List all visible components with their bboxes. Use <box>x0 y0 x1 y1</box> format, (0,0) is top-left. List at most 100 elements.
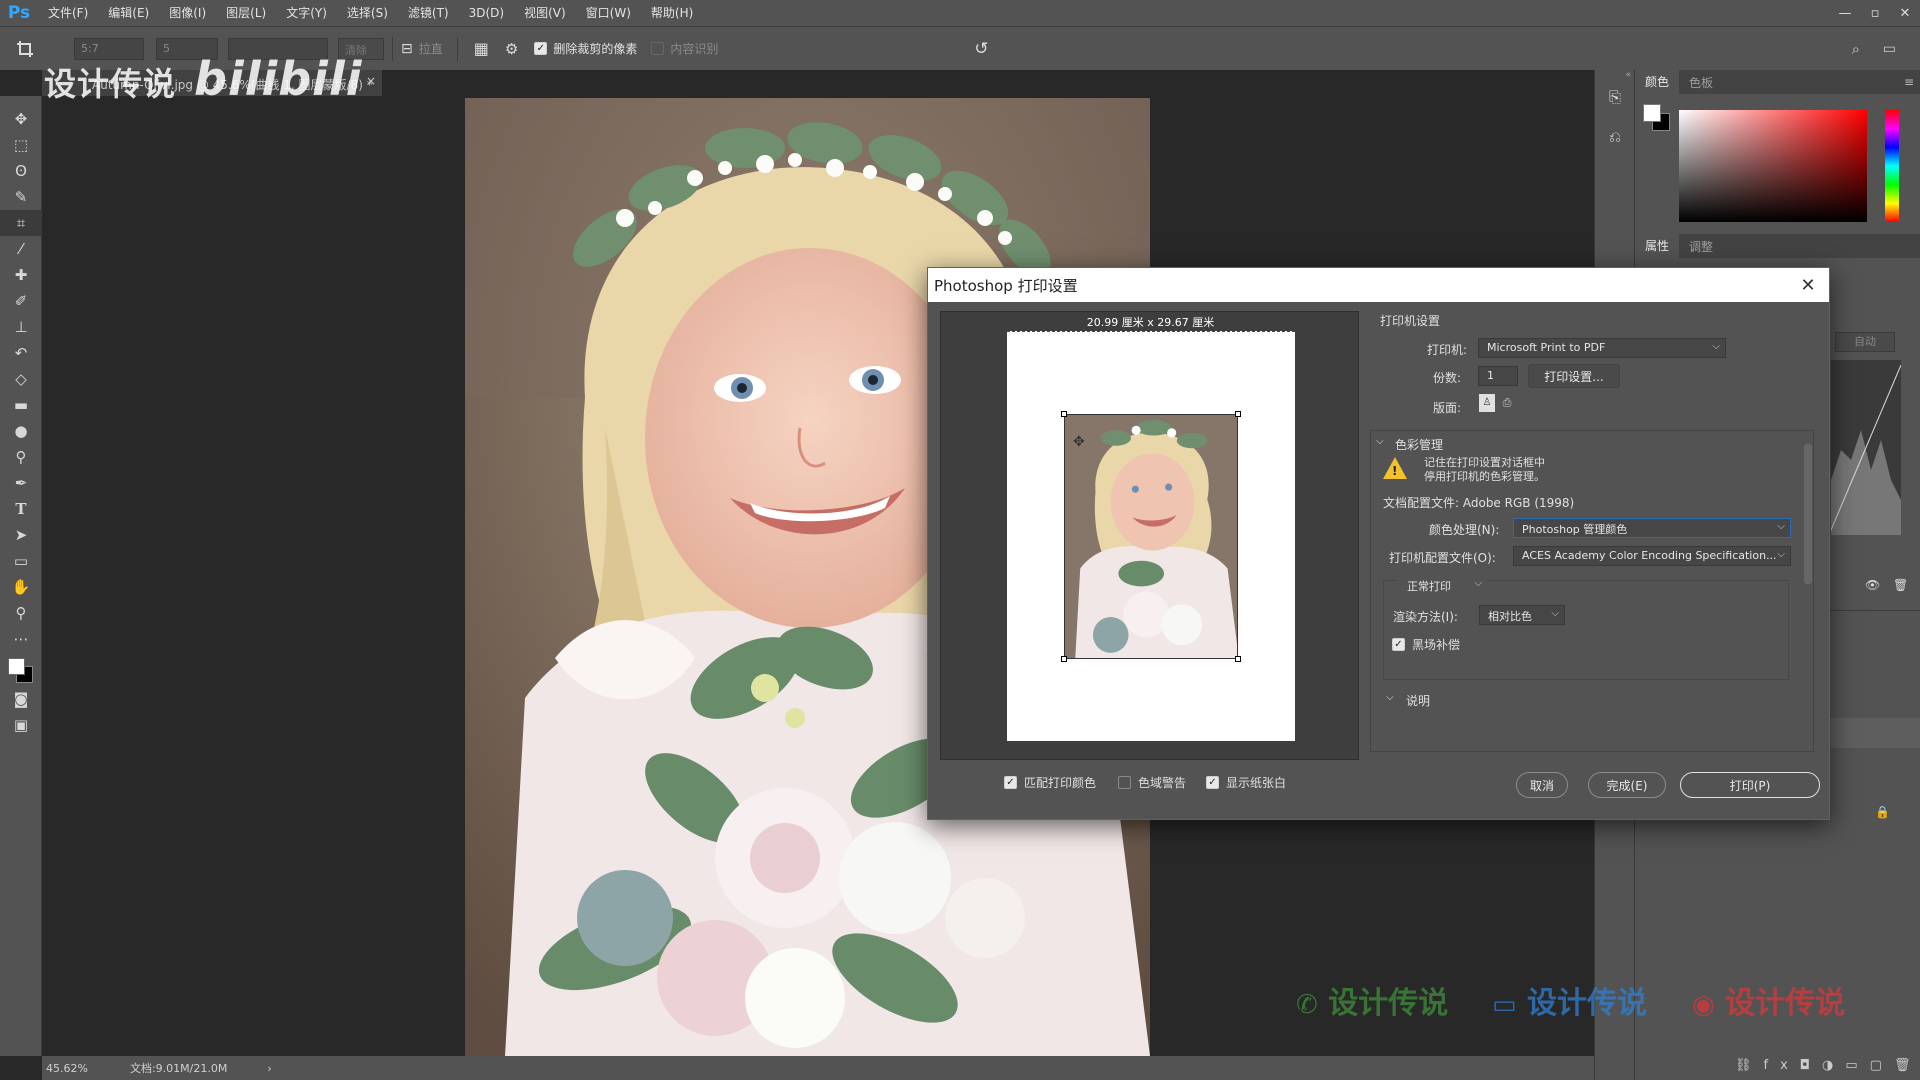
crop-tool-icon[interactable]: ⌗ <box>0 210 42 236</box>
match-print-colors-checkbox[interactable]: ✓ <box>1004 776 1017 789</box>
stamp-icon[interactable]: ⊥ <box>0 314 42 340</box>
tv-watermark-text: 设计传说 <box>1527 986 1648 1021</box>
menu-file[interactable]: 文件(F) <box>38 0 98 26</box>
delete-cropped-checkbox[interactable]: ✓ <box>534 42 548 55</box>
dialog-title-bar: Photoshop 打印设置 <box>928 268 1829 302</box>
type-icon[interactable]: T <box>0 496 42 522</box>
history-brush-icon[interactable]: ↶ <box>0 340 42 366</box>
tab-properties[interactable]: 属性 <box>1635 234 1680 258</box>
print-settings-button[interactable]: 打印设置... <box>1528 364 1620 388</box>
print-button[interactable]: 打印(P) <box>1680 772 1820 798</box>
gradient-icon[interactable]: ▬ <box>0 392 42 418</box>
menu-edit[interactable]: 编辑(E) <box>98 0 159 26</box>
quick-select-icon[interactable]: ✎ <box>0 184 42 210</box>
brush-icon[interactable]: ✐ <box>0 288 42 314</box>
trash-icon[interactable]: 🗑 <box>1893 578 1908 592</box>
scrollbar[interactable] <box>1804 444 1812 584</box>
show-paper-white-checkbox[interactable]: ✓ <box>1206 776 1219 789</box>
description-heading[interactable]: 说明 <box>1406 692 1430 709</box>
description-chevron-icon[interactable]: ⌵ <box>1386 692 1394 703</box>
print-mode-select[interactable]: 正常打印 ⌵ <box>1398 575 1488 595</box>
content-aware-checkbox[interactable] <box>651 42 665 55</box>
copies-field[interactable]: 1 <box>1478 366 1518 386</box>
status-expand-arrow[interactable]: › <box>267 1062 271 1075</box>
lasso-icon[interactable]: ʘ <box>0 158 42 184</box>
auto-button[interactable]: 自动 <box>1835 332 1895 352</box>
menu-view[interactable]: 视图(V) <box>514 0 576 26</box>
path-select-icon[interactable]: ➤ <box>0 522 42 548</box>
crop-icon[interactable] <box>0 36 50 62</box>
move-icon[interactable]: ✥ <box>0 106 42 132</box>
pen-icon[interactable]: ✒ <box>0 470 42 496</box>
zoom-level[interactable]: 45.62% <box>46 1062 88 1075</box>
more-icon[interactable]: ⋯ <box>0 626 42 652</box>
hand-icon[interactable]: ✋ <box>0 574 42 600</box>
straighten-label[interactable]: 拉直 <box>419 40 443 57</box>
resize-handle[interactable] <box>1061 656 1067 662</box>
done-button[interactable]: 完成(E) <box>1588 772 1666 798</box>
resize-handle[interactable] <box>1061 411 1067 417</box>
maximize-button[interactable]: ▫ <box>1860 0 1890 26</box>
collapse-arrows[interactable]: « <box>1599 70 1631 80</box>
resize-handle[interactable] <box>1235 411 1241 417</box>
landscape-layout-icon[interactable]: ⎙ <box>1499 396 1515 412</box>
tab-adjustments[interactable]: 调整 <box>1679 238 1723 255</box>
blur-icon[interactable]: ● <box>0 418 42 444</box>
rendering-intent-select[interactable]: 相对比色 ⌵ <box>1479 605 1565 625</box>
menu-layer[interactable]: 图层(L) <box>216 0 276 26</box>
eraser-icon[interactable]: ◇ <box>0 366 42 392</box>
color-management-heading[interactable]: 色彩管理 <box>1395 436 1443 453</box>
marquee-icon[interactable]: ⬚ <box>0 132 42 158</box>
search-icon[interactable]: ⌕ <box>1852 40 1860 58</box>
properties-panel-icon[interactable]: ⎌ <box>1603 128 1627 152</box>
minimize-button[interactable]: — <box>1830 0 1860 26</box>
portrait-layout-icon[interactable]: ♙ <box>1479 394 1495 412</box>
separator <box>392 36 393 61</box>
black-point-checkbox[interactable]: ✓ <box>1392 638 1405 651</box>
visibility-eye-icon[interactable]: 👁 <box>1865 578 1880 592</box>
zoom-icon[interactable]: ⚲ <box>0 600 42 626</box>
menu-window[interactable]: 窗口(W) <box>576 0 641 26</box>
menu-help[interactable]: 帮助(H) <box>641 0 703 26</box>
menu-type[interactable]: 文字(Y) <box>276 0 337 26</box>
layers-footer-icons[interactable]: ⛓fx◘◑▭▢🗑 <box>1735 1058 1920 1073</box>
color-handling-select[interactable]: Photoshop 管理颜色 ⌵ <box>1513 518 1791 538</box>
foreground-color[interactable] <box>8 658 25 675</box>
cancel-button[interactable]: 取消 <box>1516 772 1568 798</box>
resize-handle[interactable] <box>1235 656 1241 662</box>
color-swatches[interactable] <box>0 652 42 686</box>
lock-icon[interactable]: 🔒 <box>1875 805 1890 819</box>
collapse-chevron-icon[interactable]: ⌵ <box>1376 436 1384 447</box>
menu-select[interactable]: 选择(S) <box>337 0 398 26</box>
straighten-icon[interactable]: ⊟ <box>401 41 413 57</box>
menu-image[interactable]: 图像(I) <box>159 0 216 26</box>
close-window-button[interactable]: ✕ <box>1890 0 1920 26</box>
screen-mode-icon[interactable]: ▣ <box>0 712 42 738</box>
reset-icon[interactable]: ↺ <box>974 39 988 59</box>
color-field[interactable] <box>1679 110 1867 222</box>
history-panel-icon[interactable]: ⎘ <box>1603 88 1627 112</box>
menu-3d[interactable]: 3D(D) <box>459 0 514 26</box>
rectangle-icon[interactable]: ▭ <box>0 548 42 574</box>
gear-icon[interactable]: ⚙ <box>505 40 518 58</box>
workspace-icon[interactable]: ▭ <box>1883 41 1896 57</box>
overlay-grid-icon[interactable]: ▦ <box>474 39 489 58</box>
chevron-down-icon: ⌵ <box>1777 521 1785 532</box>
panel-menu-icon[interactable]: ≡ <box>1904 75 1914 89</box>
hue-slider[interactable] <box>1885 110 1899 222</box>
curves-graph[interactable] <box>1830 360 1902 535</box>
color-panel-foreground[interactable] <box>1643 104 1661 122</box>
quick-mask-icon[interactable]: ◙ <box>0 686 42 712</box>
tab-color[interactable]: 颜色 <box>1635 70 1680 94</box>
printer-profile-select[interactable]: ACES Academy Color Encoding Specificatio… <box>1513 546 1791 566</box>
preview-image[interactable] <box>1064 414 1238 659</box>
dodge-icon[interactable]: ⚲ <box>0 444 42 470</box>
document-tab-close[interactable]: × <box>366 74 376 88</box>
printer-select[interactable]: Microsoft Print to PDF ⌵ <box>1478 338 1726 358</box>
tab-swatches[interactable]: 色板 <box>1679 74 1723 91</box>
menu-filter[interactable]: 滤镜(T) <box>398 0 459 26</box>
dialog-close-button[interactable]: ✕ <box>1787 268 1829 302</box>
gamut-warning-checkbox[interactable] <box>1118 776 1131 789</box>
eyedropper-icon[interactable]: ⁄ <box>0 236 42 262</box>
healing-icon[interactable]: ✚ <box>0 262 42 288</box>
